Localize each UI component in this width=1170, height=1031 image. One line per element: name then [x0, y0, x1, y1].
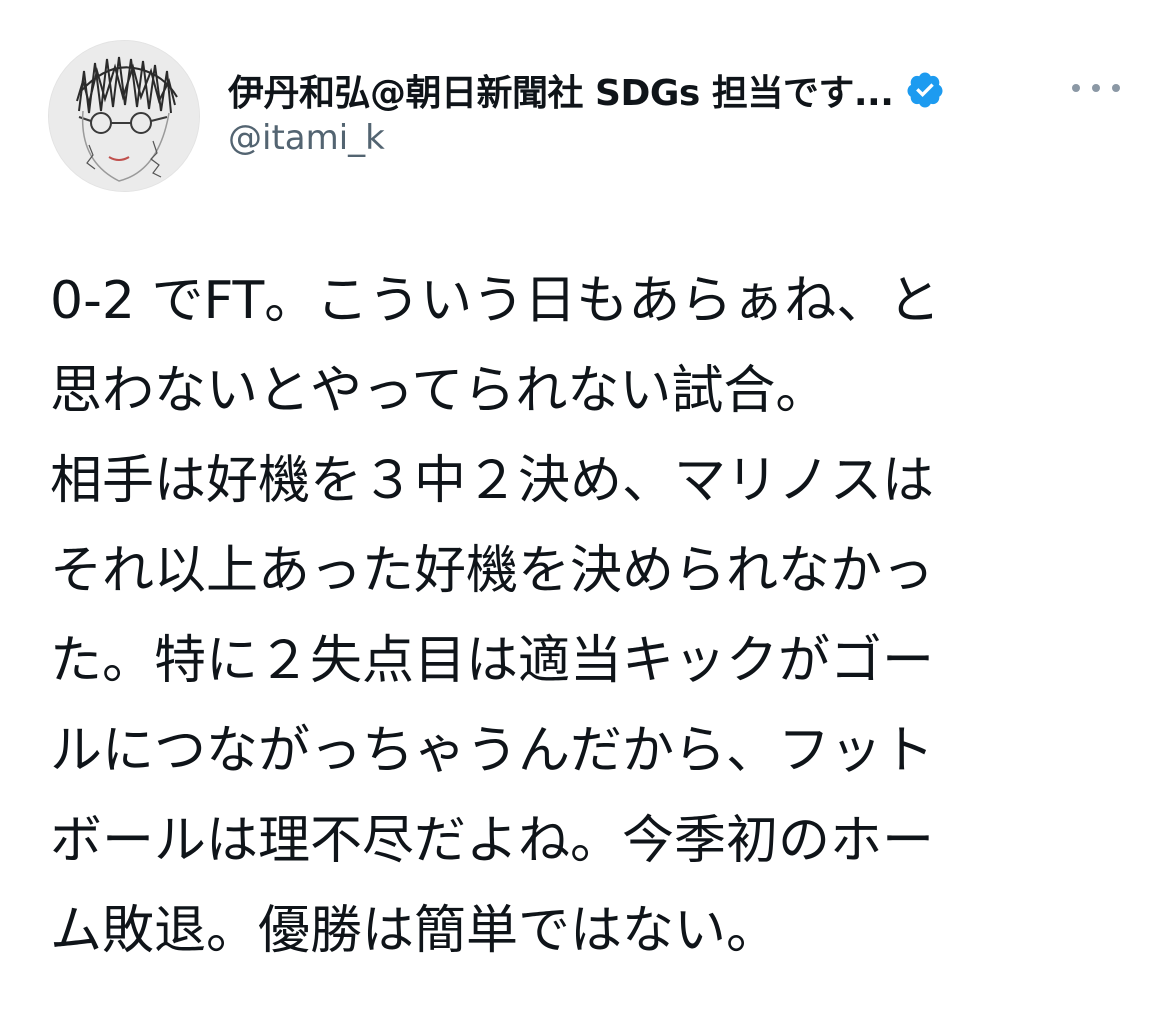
more-dot [1072, 84, 1080, 92]
tweet-line: 思わないとやってられない試合。 [50, 361, 828, 421]
more-options-icon[interactable] [1072, 70, 1120, 106]
more-dot [1112, 84, 1120, 92]
author-name-row: 伊丹和弘@朝日新聞社 SDGs 担当です... [228, 62, 945, 118]
author-handle[interactable]: @itami_k [228, 118, 385, 158]
tweet-line: ボールは理不尽だよね。今季初のホー [50, 811, 935, 871]
author-avatar[interactable] [48, 40, 200, 192]
tweet-line: た。特に２失点目は適当キックがゴー [50, 631, 935, 691]
tweet-line: ム敗退。優勝は簡単ではない。 [50, 901, 779, 961]
tweet-line: ルにつながっちゃうんだから、フット [50, 721, 935, 781]
tweet-line: 相手は好機を３中２決め、マリノスは [50, 451, 935, 511]
verified-badge-icon [905, 70, 945, 110]
tweet-body: 0-2 でFT。こういう日もあらぁね、と 思わないとやってられない試合。 相手は… [50, 256, 1130, 976]
author-display-name[interactable]: 伊丹和弘@朝日新聞社 SDGs 担当です... [228, 64, 894, 116]
tweet-line: それ以上あった好機を決められなかっ [50, 541, 935, 601]
hand-drawn-portrait-avatar-icon [49, 41, 199, 191]
more-dot [1092, 84, 1100, 92]
tweet-line: 0-2 でFT。こういう日もあらぁね、と [50, 271, 941, 331]
tweet-card: 伊丹和弘@朝日新聞社 SDGs 担当です... @itami_k 0-2 でFT… [0, 0, 1170, 1031]
